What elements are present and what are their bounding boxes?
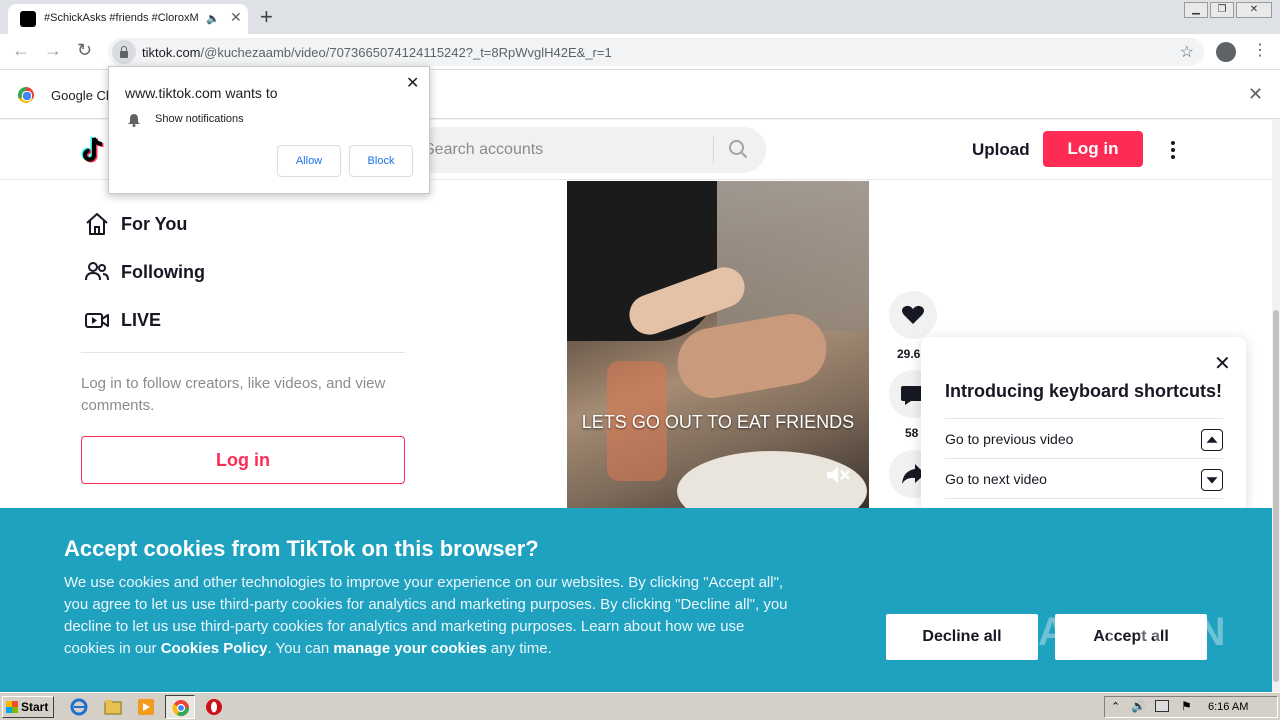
- cookie-banner: Accept cookies from TikTok on this brows…: [0, 508, 1272, 692]
- page-scrollbar[interactable]: [1272, 120, 1280, 692]
- volume-icon[interactable]: 🔊: [1131, 699, 1146, 713]
- video-caption: LETS GO OUT TO EAT FRIENDS: [581, 412, 855, 432]
- video-frame-wall: [717, 181, 869, 331]
- like-button[interactable]: [889, 291, 937, 339]
- tiktok-favicon-icon: [20, 11, 36, 27]
- media-player-icon[interactable]: [137, 698, 155, 716]
- heart-icon: [902, 305, 924, 324]
- shortcut-row-next: Go to next video: [945, 458, 1223, 498]
- bell-icon: [128, 114, 140, 127]
- shortcut-row-previous: Go to previous video: [945, 418, 1223, 458]
- following-icon: [85, 262, 109, 281]
- system-tray: ⌃ 🔊 ⚑: [1104, 696, 1278, 718]
- start-button[interactable]: Start: [2, 696, 54, 718]
- profile-avatar-icon[interactable]: [1216, 42, 1236, 62]
- tab-title: #SchickAsks #friends #CloroxM: [44, 12, 199, 24]
- infobar-text: Google Ch: [51, 88, 114, 103]
- shortcuts-title: Introducing keyboard shortcuts!: [945, 381, 1223, 401]
- live-icon: [85, 313, 109, 328]
- search-divider: [713, 137, 714, 163]
- home-icon: [86, 213, 108, 235]
- window-close-button[interactable]: ✕: [1236, 2, 1272, 18]
- cookies-policy-link[interactable]: Cookies Policy: [161, 640, 268, 657]
- tray-expand-icon[interactable]: ⌃: [1111, 700, 1120, 713]
- minimize-button[interactable]: ▁: [1184, 2, 1208, 18]
- notification-permission-popup: www.tiktok.com wants to ✕ Show notificat…: [108, 66, 430, 194]
- tab-close-icon[interactable]: ✕: [230, 9, 242, 26]
- scrollbar-thumb[interactable]: [1273, 310, 1279, 682]
- tiktok-logo-icon[interactable]: [80, 136, 106, 164]
- network-icon[interactable]: [1155, 700, 1169, 712]
- tab-strip: #SchickAsks #friends #CloroxM 🔈 ✕ + ▁ ❐ …: [0, 0, 1280, 34]
- shortcut-row-divider: [945, 498, 1223, 499]
- cookie-body: We use cookies and other technologies to…: [64, 574, 788, 657]
- sidebar-login-button[interactable]: Log in: [81, 436, 405, 484]
- cookie-title: Accept cookies from TikTok on this brows…: [64, 536, 539, 561]
- search-input[interactable]: Search accounts: [424, 141, 543, 159]
- browser-toolbar: ← → ↻ tiktok.com/@kuchezaamb/video/70736…: [0, 34, 1280, 70]
- browser-menu-icon[interactable]: ⋮: [1252, 40, 1268, 60]
- permission-text: Show notifications: [155, 113, 244, 125]
- keyboard-shortcuts-popup: ✕ Introducing keyboard shortcuts! Go to …: [921, 337, 1246, 512]
- windows-taskbar: Start ⌃ 🔊 ⚑ 6:16 AM: [0, 692, 1280, 720]
- permission-origin: www.tiktok.com wants to: [125, 85, 278, 101]
- video-player[interactable]: LETS GO OUT TO EAT FRIENDS: [567, 181, 869, 508]
- sidebar-login-message: Log in to follow creators, like videos, …: [81, 375, 386, 414]
- upload-link[interactable]: Upload: [972, 140, 1030, 160]
- up-arrow-key-icon: [1201, 429, 1223, 451]
- infobar-close-icon[interactable]: ✕: [1248, 84, 1263, 105]
- close-icon[interactable]: ✕: [406, 73, 419, 93]
- sidebar-item-label: LIVE: [121, 310, 162, 330]
- search-bar[interactable]: Search accounts: [408, 127, 766, 173]
- sidebar-divider: [81, 352, 405, 353]
- mute-icon[interactable]: [825, 464, 851, 486]
- down-arrow-key-icon: [1201, 469, 1223, 491]
- chrome-icon: [172, 700, 190, 717]
- action-center-flag-icon[interactable]: ⚑: [1181, 699, 1192, 713]
- anyrun-watermark: ANY RUN: [1038, 610, 1227, 654]
- chrome-logo-icon: [18, 87, 34, 103]
- bookmark-star-icon[interactable]: ☆: [1180, 42, 1194, 62]
- browser-tab[interactable]: #SchickAsks #friends #CloroxM 🔈 ✕: [8, 4, 248, 34]
- more-options-icon[interactable]: [1166, 139, 1180, 161]
- header-login-button[interactable]: Log in: [1043, 131, 1143, 167]
- forward-arrow-icon[interactable]: →: [44, 40, 62, 61]
- url-text[interactable]: tiktok.com/@kuchezaamb/video/70736650741…: [142, 45, 612, 60]
- address-bar[interactable]: tiktok.com/@kuchezaamb/video/70736650741…: [108, 38, 1204, 66]
- maximize-button[interactable]: ❐: [1210, 2, 1234, 18]
- speaker-icon[interactable]: 🔈: [206, 12, 220, 25]
- internet-explorer-icon[interactable]: [70, 698, 88, 716]
- lock-icon[interactable]: [112, 40, 136, 64]
- taskbar-clock[interactable]: 6:16 AM: [1208, 701, 1248, 713]
- taskbar-chrome-button[interactable]: [165, 695, 195, 719]
- sidebar-item-label: Following: [121, 262, 205, 282]
- shortcut-label: Go to next video: [945, 471, 1047, 487]
- manage-cookies-link[interactable]: manage your cookies: [333, 640, 486, 657]
- opera-icon[interactable]: [205, 698, 223, 716]
- allow-button[interactable]: Allow: [277, 145, 341, 177]
- search-icon[interactable]: [728, 139, 748, 159]
- close-icon[interactable]: ✕: [1214, 351, 1231, 376]
- sidebar-item-label: For You: [121, 214, 188, 234]
- block-button[interactable]: Block: [349, 145, 413, 177]
- new-tab-button[interactable]: +: [260, 4, 273, 30]
- file-explorer-icon[interactable]: [104, 698, 122, 716]
- reload-icon[interactable]: ↻: [77, 40, 92, 61]
- decline-all-button[interactable]: Decline all: [886, 614, 1038, 660]
- back-arrow-icon[interactable]: ←: [12, 40, 30, 61]
- shortcut-label: Go to previous video: [945, 431, 1074, 447]
